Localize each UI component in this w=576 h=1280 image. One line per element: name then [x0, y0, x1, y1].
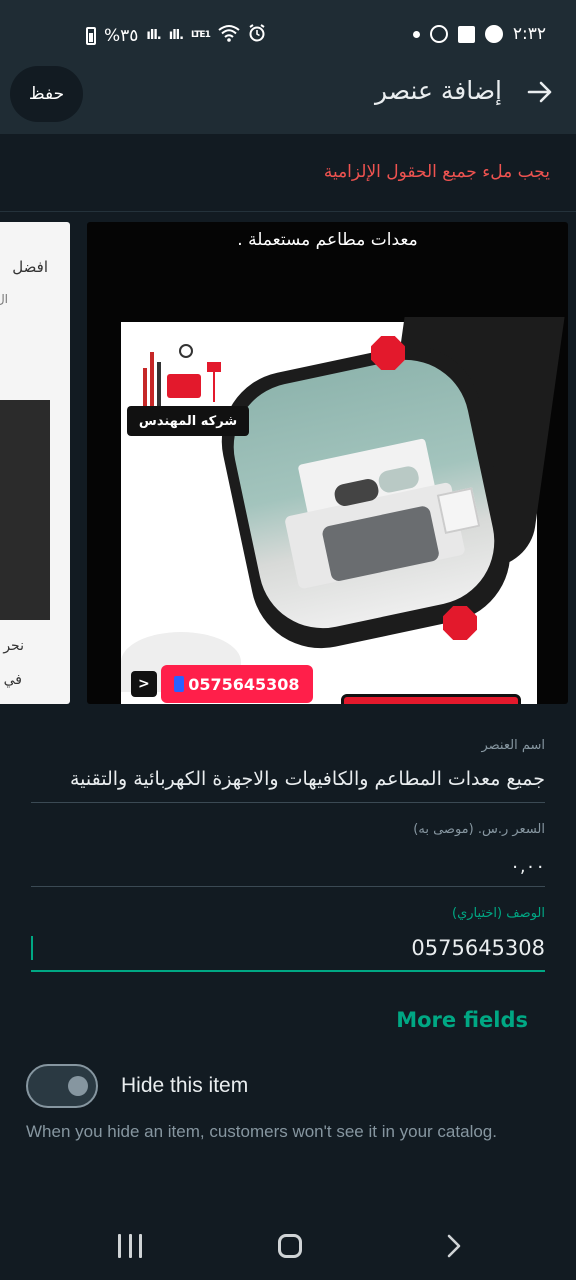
- previous-thumb-image-block: [0, 400, 50, 620]
- item-name-input[interactable]: جميع معدات المطاعم والكافيهات والاجهزة ا…: [31, 768, 545, 790]
- company-name-tag: شركه المهندس: [127, 406, 249, 436]
- logo-lamp: [207, 362, 221, 372]
- phone-number: 0575645308: [188, 674, 300, 694]
- image-thumbnail-main[interactable]: معدات مطاعم مستعملة . شركه المهندس > 057…: [87, 222, 568, 704]
- error-banner: يجب ملء جميع الحقول الإلزامية: [0, 134, 576, 212]
- previous-thumb-text-2: ال: [0, 292, 8, 306]
- red-octagon-shape: [371, 336, 405, 370]
- item-name-underline: [31, 802, 545, 803]
- back-arrow-icon[interactable]: [526, 78, 554, 106]
- item-name-field[interactable]: اسم العنصر جميع معدات المطاعم والكافيهات…: [31, 738, 545, 804]
- chevron-right-icon: >: [131, 671, 157, 697]
- description-input[interactable]: 0575645308: [31, 936, 545, 960]
- home-icon[interactable]: [278, 1234, 302, 1258]
- battery-icon: [86, 26, 96, 45]
- hide-item-helper-text: When you hide an item, customers won't s…: [26, 1122, 497, 1141]
- image-carousel[interactable]: افضل ال نحر في معدات مطاعم مستعملة . شرك…: [0, 222, 576, 704]
- notification-dot-icon: [412, 30, 420, 38]
- hide-item-toggle[interactable]: [26, 1064, 98, 1108]
- shazam-icon: [484, 25, 503, 43]
- app-bar: حفظ إضافة عنصر: [0, 64, 576, 134]
- price-input[interactable]: ٠,٠٠: [31, 856, 545, 877]
- status-left-group: %٣٥ ıll. ıll. LTE1: [86, 24, 266, 47]
- more-fields-button[interactable]: More fields: [396, 1008, 528, 1032]
- price-underline: [31, 886, 545, 887]
- system-nav-bar: [0, 1212, 576, 1280]
- status-bar: %٣٥ ıll. ıll. LTE1 ٢:٣٢: [0, 0, 576, 64]
- hide-item-label: Hide this item: [121, 1074, 249, 1097]
- alarm-icon: [248, 24, 266, 47]
- logo-bar: [143, 368, 147, 408]
- toggle-knob: [68, 1076, 88, 1096]
- battery-percent: %٣٥: [104, 25, 139, 46]
- image-thumbnail-previous[interactable]: افضل ال نحر في: [0, 222, 70, 704]
- logo-bar: [157, 362, 161, 408]
- phone-badge: > 0575645308: [131, 664, 313, 704]
- description-underline: [31, 970, 545, 972]
- phone-number-box: 0575645308: [160, 665, 313, 703]
- wifi-icon: [218, 24, 240, 47]
- signal-icon: ıll.: [146, 28, 161, 43]
- description-label: الوصف (اختياري): [452, 906, 545, 921]
- save-button[interactable]: حفظ: [10, 66, 83, 122]
- previous-thumb-text-4: في: [3, 672, 22, 688]
- back-chevron-icon[interactable]: [442, 1234, 466, 1258]
- previous-thumb-text-3: نحر: [3, 638, 24, 654]
- previous-thumb-text: افضل: [12, 258, 48, 276]
- logo-box: [167, 374, 201, 398]
- signal-icon-2: ıll.: [168, 28, 184, 43]
- ad-headline: معدات مطاعم مستعملة .: [237, 230, 418, 250]
- page-title: إضافة عنصر: [374, 76, 502, 105]
- recent-apps-icon[interactable]: [118, 1234, 142, 1258]
- logo-lamp-post: [213, 372, 215, 402]
- clock: ٢:٣٢: [512, 24, 546, 44]
- logo-circle: [179, 344, 193, 358]
- status-right-group: ٢:٣٢: [412, 24, 546, 44]
- description-field[interactable]: الوصف (اختياري) 0575645308: [31, 906, 545, 974]
- item-name-label: اسم العنصر: [481, 738, 545, 753]
- company-logo: [141, 338, 231, 408]
- nightstand: [436, 487, 481, 535]
- price-label: السعر ر.س. (موصى به): [413, 822, 545, 837]
- whatsapp-icon: [429, 25, 448, 43]
- facebook-icon: [457, 25, 475, 43]
- network-label: LTE1: [191, 30, 211, 40]
- ad-decor-bottom: [341, 694, 521, 704]
- phone-icon: [174, 676, 185, 692]
- logo-bar: [150, 352, 154, 408]
- price-field[interactable]: السعر ر.س. (موصى به) ٠,٠٠: [31, 822, 545, 888]
- error-message: يجب ملء جميع الحقول الإلزامية: [323, 162, 550, 182]
